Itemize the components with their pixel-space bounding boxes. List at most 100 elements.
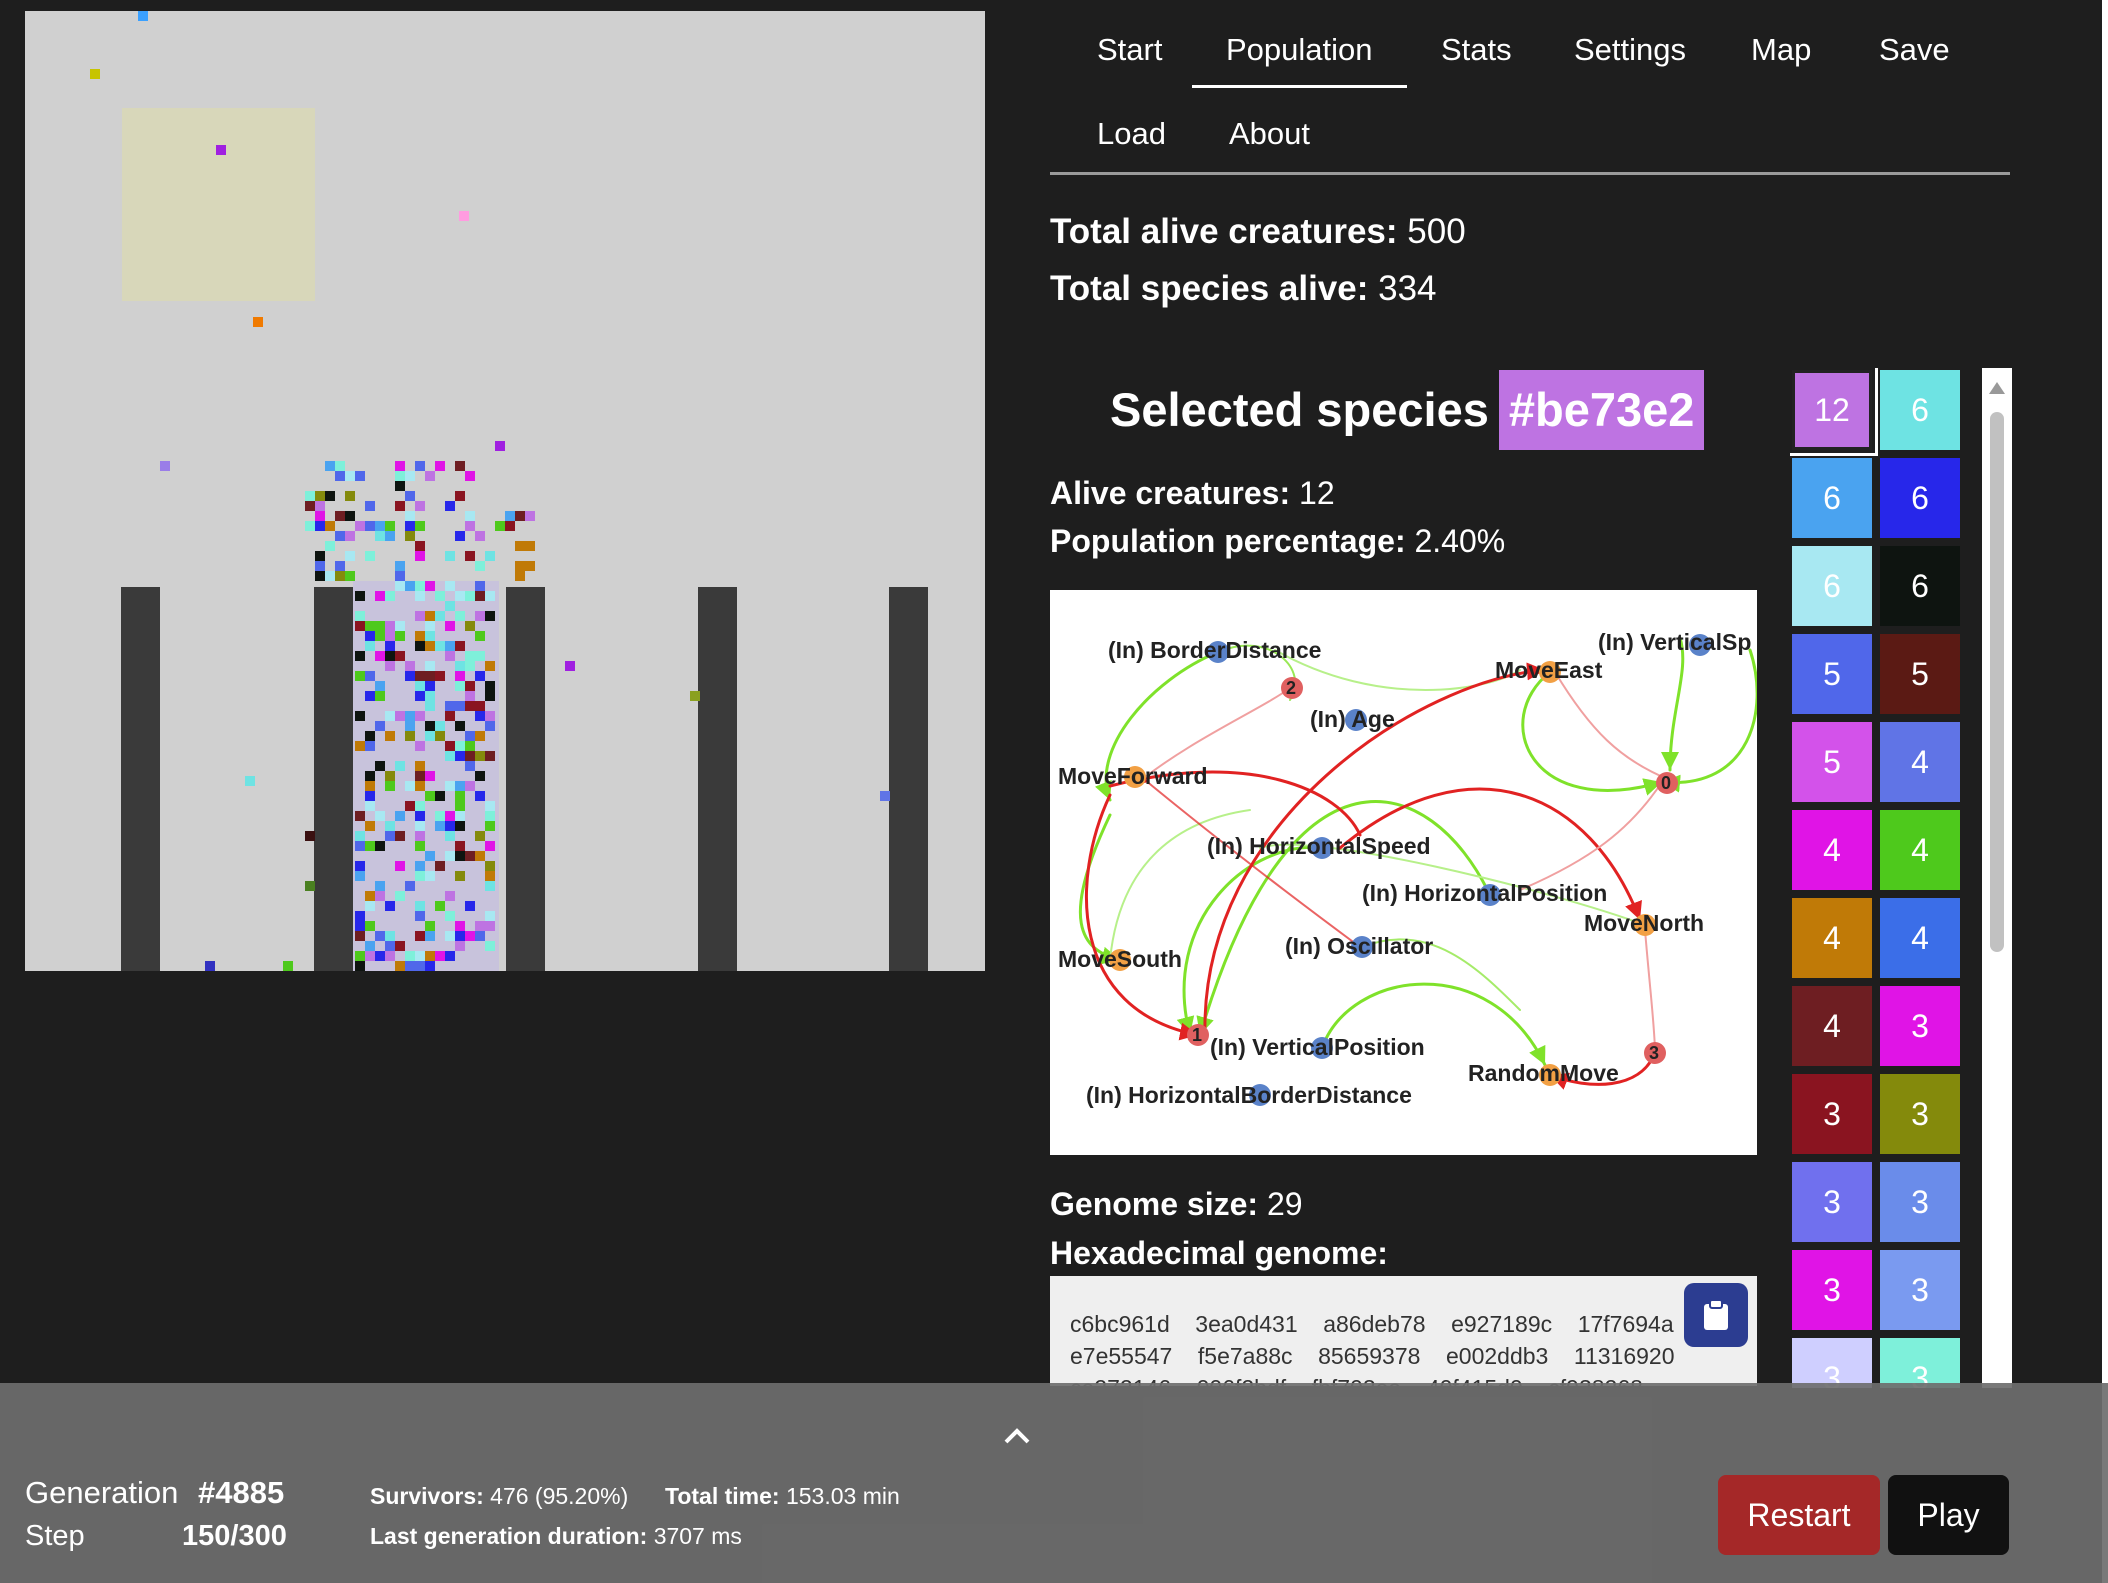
creature-dot xyxy=(415,541,425,551)
copy-genome-button[interactable] xyxy=(1684,1283,1748,1347)
creature-dot xyxy=(365,621,375,631)
species-scrollbar[interactable] xyxy=(1982,368,2012,1388)
species-cell[interactable]: 6 xyxy=(1880,458,1960,538)
creature-dot xyxy=(455,921,465,931)
creature-dot xyxy=(375,891,385,901)
creature-dot xyxy=(425,681,435,691)
creature-dot xyxy=(465,551,475,561)
creature-dot xyxy=(475,711,485,721)
node-hidden-1: 1 xyxy=(1192,1025,1202,1045)
tab-start[interactable]: Start xyxy=(1097,18,1162,82)
node-oscillator: (In) Oscillator xyxy=(1285,933,1433,959)
creature-dot xyxy=(465,931,475,941)
species-cell[interactable]: 4 xyxy=(1880,722,1960,802)
tab-load[interactable]: Load xyxy=(1097,102,1166,166)
creature-dot xyxy=(455,801,465,811)
creature-dot xyxy=(415,711,425,721)
species-cell[interactable]: 4 xyxy=(1792,810,1872,890)
chevron-up-icon[interactable] xyxy=(1002,1421,1032,1451)
node-age: (In) Age xyxy=(1310,706,1395,732)
creature-dot xyxy=(415,951,425,961)
creature-dot xyxy=(365,501,375,511)
species-cell[interactable]: 6 xyxy=(1880,546,1960,626)
creature-dot xyxy=(355,521,365,531)
world-canvas[interactable] xyxy=(25,11,985,971)
creature-dot xyxy=(445,741,455,751)
creature-dot xyxy=(355,921,365,931)
hex-genome-box[interactable]: c6bc961d 3ea0d431 a86deb78 e927189c 17f7… xyxy=(1050,1276,1757,1386)
total-time-label: Total time: xyxy=(665,1483,780,1509)
creature-dot xyxy=(385,771,395,781)
species-cell[interactable]: 3 xyxy=(1880,1074,1960,1154)
creature-dot xyxy=(375,881,385,891)
creature-dot xyxy=(395,581,405,591)
species-cell[interactable]: 3 xyxy=(1792,1162,1872,1242)
species-cell[interactable]: 3 xyxy=(1880,1162,1960,1242)
species-cell[interactable]: 3 xyxy=(1792,1338,1872,1388)
species-cell[interactable]: 3 xyxy=(1880,1250,1960,1330)
creature-dot xyxy=(365,521,375,531)
scroll-up-icon[interactable] xyxy=(1989,382,2005,394)
species-cell[interactable]: 4 xyxy=(1792,986,1872,1066)
species-cell[interactable]: 5 xyxy=(1792,634,1872,714)
species-cell[interactable]: 6 xyxy=(1792,458,1872,538)
creature-dot xyxy=(415,931,425,941)
species-cell[interactable]: 3 xyxy=(1880,1338,1960,1388)
creature-dot xyxy=(365,551,375,561)
tab-settings[interactable]: Settings xyxy=(1574,18,1686,82)
species-cell[interactable]: 3 xyxy=(1792,1250,1872,1330)
creature-dot xyxy=(405,581,415,591)
creature-dot xyxy=(880,791,890,801)
creature-dot xyxy=(415,901,425,911)
species-cell[interactable]: 4 xyxy=(1792,898,1872,978)
creature-dot xyxy=(325,521,335,531)
play-button[interactable]: Play xyxy=(1888,1475,2009,1555)
species-cell[interactable]: 4 xyxy=(1880,898,1960,978)
creature-dot xyxy=(425,961,435,971)
creature-dot xyxy=(525,561,535,571)
creature-dot xyxy=(375,691,385,701)
creature-dot xyxy=(395,811,405,821)
species-list[interactable]: 12 6 6 6 6 6 5 5 5 4 4 4 4 4 4 3 3 3 3 3 3 3 3 3 xyxy=(1790,368,1966,1388)
species-cell[interactable]: 5 xyxy=(1792,722,1872,802)
barrier-wall xyxy=(121,587,160,971)
tab-population[interactable]: Population xyxy=(1192,18,1406,88)
tab-about[interactable]: About xyxy=(1229,102,1310,166)
species-cell[interactable]: 6 xyxy=(1880,370,1960,450)
tab-stats[interactable]: Stats xyxy=(1441,18,1512,82)
creature-dot xyxy=(455,721,465,731)
creature-dot xyxy=(465,591,475,601)
tab-save[interactable]: Save xyxy=(1879,18,1950,82)
creature-dot xyxy=(345,491,355,501)
creature-dot xyxy=(385,631,395,641)
species-cell[interactable]: 3 xyxy=(1880,986,1960,1066)
creature-dot xyxy=(305,501,315,511)
species-cell[interactable]: 5 xyxy=(1880,634,1960,714)
creature-dot xyxy=(445,831,455,841)
scrollbar-thumb[interactable] xyxy=(1990,412,2004,952)
creature-dot xyxy=(465,691,475,701)
creature-dot xyxy=(375,761,385,771)
alive-creatures-value: 12 xyxy=(1299,475,1335,511)
creature-dot xyxy=(445,811,455,821)
creature-dot xyxy=(485,941,495,951)
creature-dot xyxy=(90,69,100,79)
creature-dot xyxy=(475,611,485,621)
creature-dot xyxy=(395,761,405,771)
creature-dot xyxy=(505,511,515,521)
species-cell[interactable]: 3 xyxy=(1792,1074,1872,1154)
creature-dot xyxy=(445,821,455,831)
species-cell[interactable]: 4 xyxy=(1880,810,1960,890)
species-cell[interactable]: 12 xyxy=(1790,368,1878,456)
species-cell[interactable]: 6 xyxy=(1792,546,1872,626)
tab-map[interactable]: Map xyxy=(1751,18,1811,82)
creature-dot xyxy=(465,741,475,751)
creature-dot xyxy=(445,911,455,921)
restart-button[interactable]: Restart xyxy=(1718,1475,1880,1555)
creature-dot xyxy=(495,441,505,451)
creature-dot xyxy=(475,931,485,941)
creature-dot xyxy=(525,541,535,551)
creature-dot xyxy=(365,841,375,851)
creature-dot xyxy=(425,731,435,741)
brain-graph[interactable]: (In) BorderDistance (In) VerticalSp Move… xyxy=(1050,590,1759,1155)
